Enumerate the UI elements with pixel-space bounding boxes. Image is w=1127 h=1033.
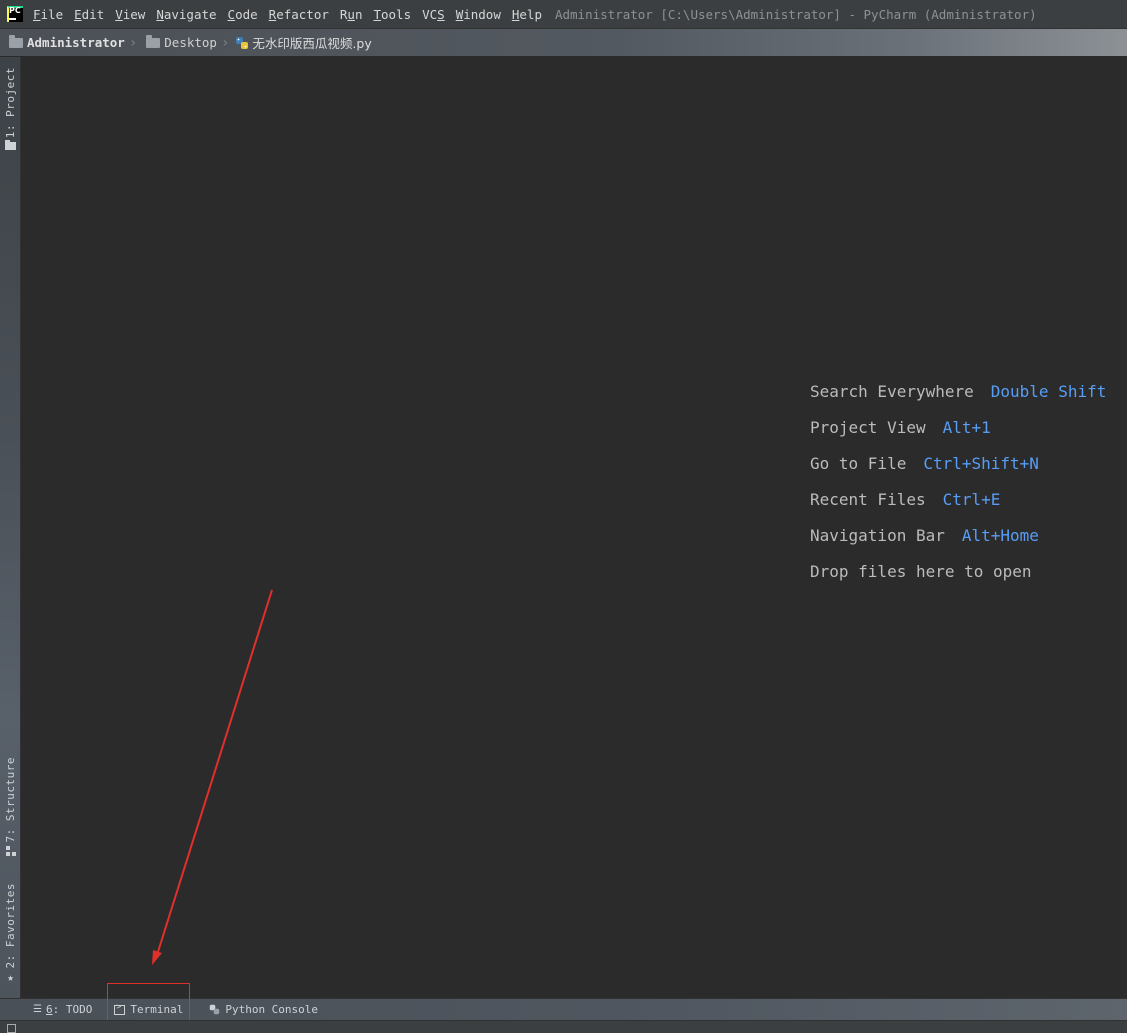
hint-label: Navigation Bar (810, 526, 945, 545)
breadcrumb-item-desktop[interactable]: Desktop › (137, 34, 230, 51)
tool-tab-terminal[interactable]: Terminal (107, 982, 191, 1021)
python-console-icon (210, 1004, 220, 1015)
terminal-icon (114, 1002, 126, 1015)
breadcrumb-item-administrator[interactable]: Administrator › (0, 34, 138, 51)
menu-item[interactable]: Navigate (152, 7, 220, 22)
menu-item[interactable]: File (29, 7, 67, 22)
bottom-tool-bar: ☰ 6: TODO Terminal Python Console (0, 982, 1127, 1021)
hint-label: Drop files here to open (810, 562, 1032, 581)
window-title: Administrator [C:\Users\Administrator] -… (554, 6, 1037, 22)
python-file-icon (236, 36, 249, 49)
tool-tab-project[interactable]: 1: Project (0, 67, 21, 151)
breadcrumb: Administrator › Desktop › 无水印版西瓜视频.py (0, 29, 1127, 57)
structure-icon (5, 846, 16, 857)
folder-icon (5, 140, 16, 151)
tool-tab-python-console[interactable]: Python Console (203, 999, 324, 1021)
hint-shortcut: Double Shift (990, 382, 1107, 401)
folder-icon (9, 34, 23, 48)
hint-label: Go to File (810, 454, 907, 473)
tool-tab-todo[interactable]: ☰ 6: TODO (27, 999, 98, 1021)
chevron-right-icon: › (128, 34, 138, 51)
folder-icon (146, 34, 161, 48)
hint-row: Navigation Bar Alt+Home (810, 518, 1106, 554)
menu-item[interactable]: Tools (369, 7, 415, 22)
empty-editor-hints: Search Everywhere Double Shift Project Vie… (810, 374, 1106, 590)
tool-tab-structure[interactable]: 7: Structure (0, 757, 21, 857)
hint-label: Project View (810, 418, 926, 437)
menu-item[interactable]: Window (452, 7, 505, 22)
menu-item[interactable]: VCS (418, 7, 449, 22)
star-icon: ★ (7, 971, 14, 985)
hint-row: Search Everywhere Double Shift (810, 374, 1106, 410)
menu-item[interactable]: Help (508, 7, 546, 22)
status-bar (0, 1020, 1127, 1033)
hint-shortcut: Ctrl+Shift+N (923, 454, 1039, 473)
menu-item[interactable]: View (111, 7, 149, 22)
hint-shortcut: Alt+Home (961, 526, 1039, 545)
menu-items: File Edit View Navigate Code Refactor Run Tools… (29, 7, 549, 22)
menu-item[interactable]: Run (336, 7, 367, 22)
tool-tab-favorites[interactable]: 2: Favorites ★ (0, 883, 21, 983)
hint-row: Recent Files Ctrl+E (810, 482, 1106, 518)
hint-label: Search Everywhere (810, 382, 974, 401)
hint-shortcut: Alt+1 (942, 418, 991, 437)
breadcrumb-item-file[interactable]: 无水印版西瓜视频.py (229, 33, 372, 52)
editor-area[interactable]: Search Everywhere Double Shift Project Vie… (21, 57, 1127, 998)
menu-bar: PC File Edit View Navigate Code Refactor Run To… (0, 0, 1127, 29)
menu-item[interactable]: Refactor (265, 7, 333, 22)
hint-label: Recent Files (810, 490, 926, 509)
hint-row: Project View Alt+1 (810, 410, 1106, 446)
hint-row: Go to File Ctrl+Shift+N (810, 446, 1106, 482)
hint-shortcut: Ctrl+E (942, 490, 1001, 509)
menu-item[interactable]: Edit (70, 7, 108, 22)
left-tool-strip: 1: Project 7: Structure 2: Favorites ★ (0, 57, 21, 998)
chevron-right-icon: › (220, 34, 230, 51)
list-icon: ☰ (33, 1004, 42, 1015)
window-toggle-icon[interactable] (7, 1024, 16, 1033)
pycharm-logo-icon: PC (7, 6, 23, 22)
menu-item[interactable]: Code (224, 7, 262, 22)
hint-row: Drop files here to open (810, 554, 1106, 590)
